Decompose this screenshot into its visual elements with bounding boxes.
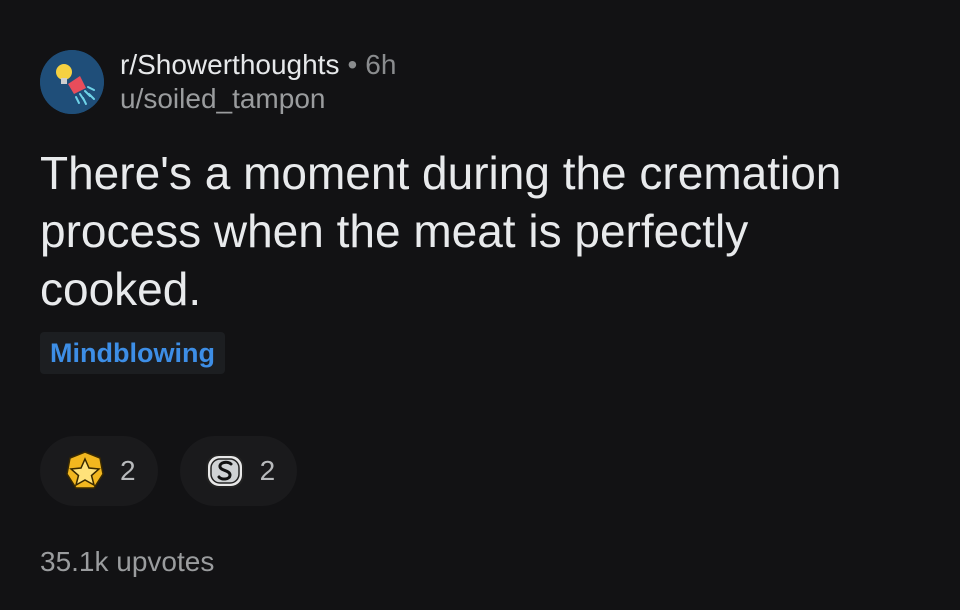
award-silver-count: 2 xyxy=(259,455,276,486)
award-star[interactable]: 2 xyxy=(40,436,158,506)
silver-award-icon xyxy=(205,454,244,488)
post-meta: r/Showerthoughts • 6h u/soiled_tampon xyxy=(120,48,396,116)
post-header: r/Showerthoughts • 6h u/soiled_tampon xyxy=(40,48,396,116)
awards-row: 2 2 xyxy=(40,436,319,506)
meta-separator: • xyxy=(347,49,358,80)
upvote-count: 35.1k upvotes xyxy=(40,546,215,577)
post-flair[interactable]: Mindblowing xyxy=(40,332,225,374)
award-silver[interactable]: 2 xyxy=(179,436,298,506)
subreddit-avatar[interactable] xyxy=(40,50,104,114)
post-meta-row: r/Showerthoughts • 6h xyxy=(120,48,396,82)
subreddit-link[interactable]: r/Showerthoughts xyxy=(120,48,339,82)
lightbulb-shower-icon xyxy=(40,50,104,114)
post-title[interactable]: There's a moment during the cremation pr… xyxy=(40,144,920,318)
author-link[interactable]: u/soiled_tampon xyxy=(120,82,396,116)
star-award-icon xyxy=(66,451,104,489)
post-time: 6h xyxy=(365,49,397,80)
flair-label: Mindblowing xyxy=(50,337,215,368)
award-star-count: 2 xyxy=(120,455,136,486)
